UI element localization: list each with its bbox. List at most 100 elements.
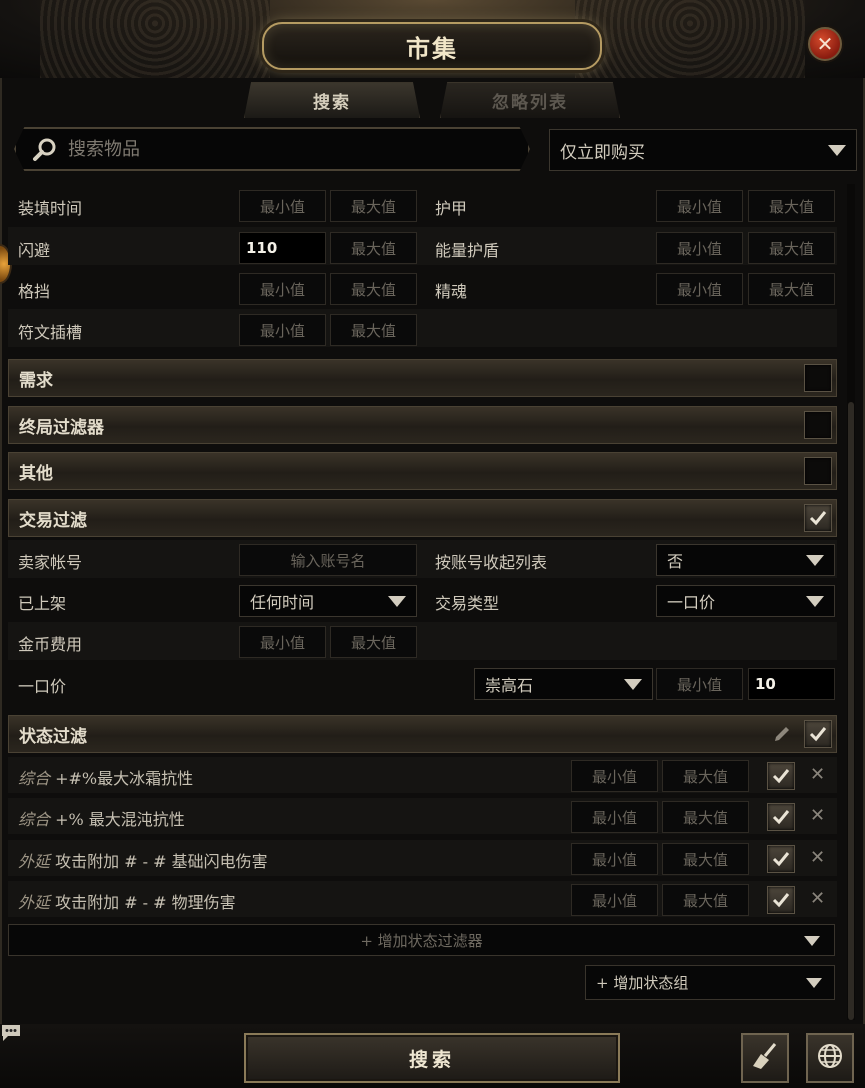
title-plate: 市集	[262, 22, 602, 70]
header-ornament-right	[575, 0, 805, 78]
gold-fee-max[interactable]: 最大值	[330, 626, 417, 658]
section-endgame[interactable]: 终局过滤器	[8, 406, 837, 444]
stat-filter-label: 外延 攻击附加 # - # 基础闪电伤害	[18, 852, 268, 871]
requirements-checkbox[interactable]	[804, 364, 832, 392]
block-max[interactable]: 最大值	[330, 273, 417, 305]
scrollbar-thumb[interactable]	[848, 402, 854, 1020]
collapse-by-account-select[interactable]: 否	[656, 544, 835, 576]
stat-filters-checkbox[interactable]	[804, 720, 832, 748]
checkmark-icon	[772, 852, 790, 867]
energy-shield-min[interactable]: 最小值	[656, 232, 743, 264]
armour-label: 护甲	[435, 199, 468, 218]
block-min[interactable]: 最小值	[239, 273, 326, 305]
add-stat-group-select[interactable]: + 增加状态组	[585, 965, 835, 1000]
checkmark-icon	[809, 511, 827, 526]
energy-shield-max[interactable]: 最大值	[748, 232, 835, 264]
close-icon: ✕	[816, 32, 834, 56]
tab-ignore-list[interactable]: 忽略列表	[440, 82, 620, 118]
stat-filter-label: 外延 攻击附加 # - # 物理伤害	[18, 893, 236, 912]
stat-filter-max[interactable]: 最大值	[662, 843, 749, 875]
trade-checkbox[interactable]	[804, 504, 832, 532]
stat-filter-checkbox[interactable]	[767, 762, 795, 790]
section-trade-label: 交易过滤	[19, 510, 87, 531]
chat-bubble-icon[interactable]	[0, 1022, 22, 1044]
stat-filter-checkbox[interactable]	[767, 845, 795, 873]
remove-filter-icon[interactable]: ✕	[810, 888, 825, 909]
close-button[interactable]: ✕	[808, 27, 842, 61]
reload-time-max[interactable]: 最大值	[330, 190, 417, 222]
chevron-down-icon	[804, 936, 820, 946]
sale-type-value: 一口价	[667, 593, 716, 612]
tab-search[interactable]: 搜索	[244, 82, 420, 118]
spirit-max[interactable]: 最大值	[748, 273, 835, 305]
section-stat-filters-label: 状态过滤	[19, 726, 87, 747]
stat-filter-checkbox[interactable]	[767, 803, 795, 831]
row-background	[8, 309, 837, 347]
evasion-label: 闪避	[18, 241, 51, 260]
search-box	[14, 127, 530, 171]
buy-mode-select[interactable]: 仅立即购买	[549, 129, 857, 171]
stat-filter-label: 综合 +% 最大混沌抗性	[18, 810, 185, 829]
listed-value: 任何时间	[250, 593, 315, 612]
buyout-currency-value: 崇高石	[485, 676, 534, 695]
gold-fee-label: 金币费用	[18, 635, 83, 654]
chevron-down-icon	[806, 978, 822, 988]
search-input[interactable]	[68, 138, 508, 160]
clear-filters-button[interactable]	[741, 1033, 789, 1083]
buyout-max[interactable]: 10	[748, 668, 835, 700]
checkmark-icon	[772, 769, 790, 784]
spirit-min[interactable]: 最小值	[656, 273, 743, 305]
evasion-max[interactable]: 最大值	[330, 232, 417, 264]
section-requirements-label: 需求	[19, 370, 53, 391]
stat-filter-min[interactable]: 最小值	[571, 843, 658, 875]
sale-type-label: 交易类型	[435, 594, 500, 613]
stat-filter-min[interactable]: 最小值	[571, 801, 658, 833]
buyout-min[interactable]: 最小值	[656, 668, 743, 700]
stat-filter-checkbox[interactable]	[767, 886, 795, 914]
language-button[interactable]	[806, 1033, 854, 1083]
section-requirements[interactable]: 需求	[8, 359, 837, 397]
armour-min[interactable]: 最小值	[656, 190, 743, 222]
remove-filter-icon[interactable]: ✕	[810, 805, 825, 826]
search-button[interactable]: 搜索	[244, 1033, 620, 1083]
stat-filter-max[interactable]: 最大值	[662, 760, 749, 792]
section-stat-filters[interactable]: 状态过滤	[8, 715, 837, 753]
edit-pencil-icon[interactable]	[772, 724, 792, 748]
rune-sockets-max[interactable]: 最大值	[330, 314, 417, 346]
stat-filter-min[interactable]: 最小值	[571, 760, 658, 792]
seller-account-input[interactable]: 输入账号名	[239, 544, 417, 576]
stat-filter-max[interactable]: 最大值	[662, 801, 749, 833]
collapse-by-account-value: 否	[667, 552, 684, 571]
collapse-by-account-label: 按账号收起列表	[435, 553, 548, 572]
stat-filter-min[interactable]: 最小值	[571, 884, 658, 916]
checkmark-icon	[772, 810, 790, 825]
buyout-currency-select[interactable]: 崇高石	[474, 668, 653, 700]
section-trade[interactable]: 交易过滤	[8, 499, 837, 537]
listed-label: 已上架	[18, 594, 67, 613]
reload-time-min[interactable]: 最小值	[239, 190, 326, 222]
armour-max[interactable]: 最大值	[748, 190, 835, 222]
section-misc[interactable]: 其他	[8, 452, 837, 490]
window-title: 市集	[406, 33, 458, 63]
add-stat-filter-label: + 增加状态过滤器	[360, 931, 483, 950]
rune-sockets-min[interactable]: 最小值	[239, 314, 326, 346]
stat-filter-max[interactable]: 最大值	[662, 884, 749, 916]
add-stat-filter-select[interactable]: + 增加状态过滤器	[8, 924, 835, 956]
search-button-label: 搜索	[408, 1048, 455, 1071]
evasion-min[interactable]: 110	[239, 232, 326, 264]
chevron-down-icon	[806, 555, 824, 566]
broom-icon	[749, 1040, 781, 1076]
chevron-down-icon	[828, 145, 846, 156]
globe-icon	[815, 1041, 845, 1075]
remove-filter-icon[interactable]: ✕	[810, 847, 825, 868]
spirit-label: 精魂	[435, 282, 468, 301]
seller-account-label: 卖家帐号	[18, 553, 83, 572]
remove-filter-icon[interactable]: ✕	[810, 764, 825, 785]
row-background	[8, 622, 837, 660]
sale-type-select[interactable]: 一口价	[656, 585, 835, 617]
section-misc-label: 其他	[19, 463, 53, 484]
listed-select[interactable]: 任何时间	[239, 585, 417, 617]
endgame-checkbox[interactable]	[804, 411, 832, 439]
misc-checkbox[interactable]	[804, 457, 832, 485]
gold-fee-min[interactable]: 最小值	[239, 626, 326, 658]
